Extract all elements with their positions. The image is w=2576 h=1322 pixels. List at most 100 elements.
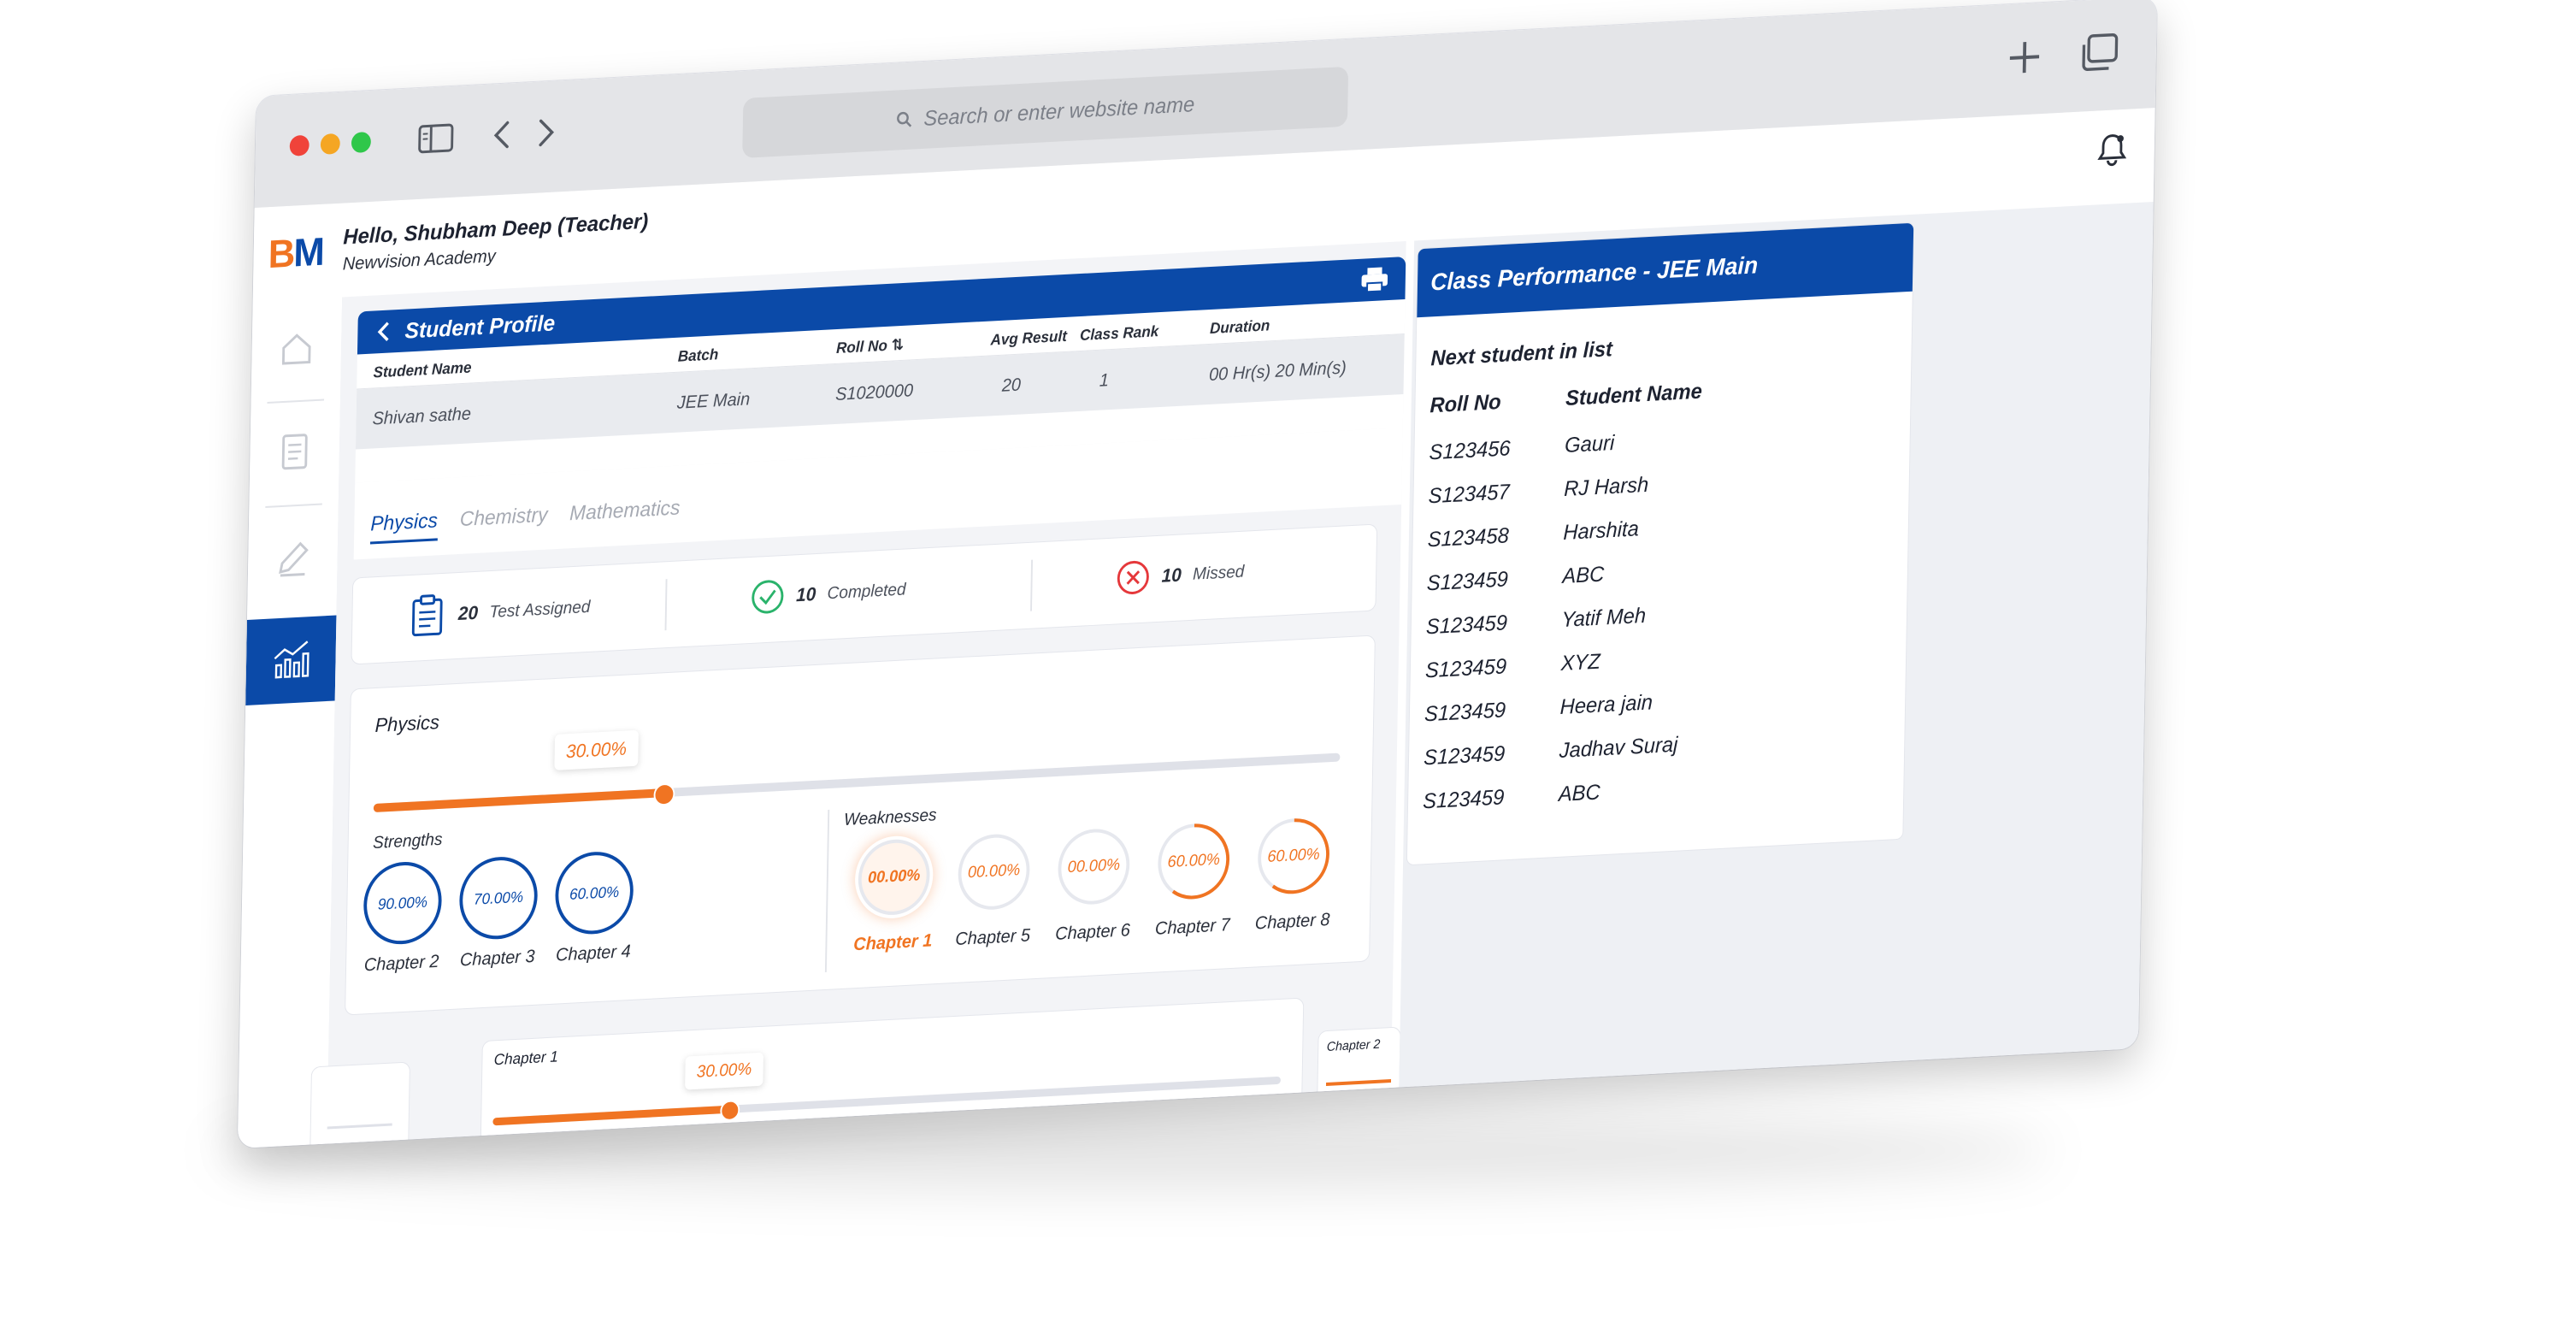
- student-name-link[interactable]: Jadhav Suraj: [1559, 733, 1678, 764]
- student-name-link[interactable]: Heera jain: [1559, 690, 1653, 720]
- cell-batch: JEE Main: [677, 389, 751, 413]
- chapter-1-title: Chapter 1: [494, 1048, 558, 1069]
- strength-ring[interactable]: 90.00%: [363, 860, 442, 947]
- student-roll-no: S123457: [1428, 480, 1510, 509]
- strength-value: 90.00%: [378, 893, 427, 913]
- physics-progress-tooltip: 30.00%: [554, 730, 638, 770]
- weakness-ring[interactable]: 00.00%: [854, 834, 934, 920]
- chapter-1-progress-fill: [492, 1106, 729, 1126]
- strength-ring[interactable]: 60.00%: [555, 850, 634, 936]
- weakness-chapter-label: Chapter 7: [1142, 914, 1243, 940]
- close-dot[interactable]: [290, 135, 309, 156]
- student-roll-no: S123459: [1424, 698, 1506, 727]
- browser-window: Search or enter website name BM Hello, S…: [238, 0, 2157, 1148]
- new-tab-plus-icon[interactable]: [2006, 37, 2044, 82]
- tabs-overview-icon[interactable]: [2078, 31, 2119, 79]
- print-icon[interactable]: [1359, 265, 1389, 294]
- col-avg-result: Avg Result: [990, 328, 1067, 350]
- strength-chapter-label: Chapter 2: [354, 951, 449, 977]
- cell-roll-no: S1020000: [835, 381, 913, 405]
- weakness-value: 00.00%: [1068, 856, 1121, 877]
- col-roll-no[interactable]: Roll No ⇅: [836, 336, 904, 357]
- col-roll-no-header: Roll No: [1429, 390, 1501, 418]
- address-bar[interactable]: Search or enter website name: [742, 67, 1348, 158]
- strength-ring[interactable]: 70.00%: [459, 855, 539, 941]
- stat-missed: 10 Missed: [1116, 554, 1245, 597]
- strengths-title: Strengths: [373, 830, 443, 853]
- physics-progress-fill: [374, 788, 663, 812]
- forward-icon[interactable]: [535, 116, 557, 152]
- class-performance-panel: Class Performance - JEE Main Next studen…: [1407, 223, 1913, 865]
- minimize-dot[interactable]: [321, 133, 340, 155]
- strength-value: 70.00%: [474, 888, 523, 908]
- student-roll-no: S123459: [1423, 785, 1505, 814]
- sidebar: [238, 297, 343, 1148]
- chapter-2-strengths-title: Strengths: [1325, 1106, 1371, 1121]
- search-icon: [896, 111, 912, 129]
- col-batch: Batch: [678, 345, 719, 366]
- check-circle-icon: [751, 578, 786, 616]
- student-name-link[interactable]: ABC: [1559, 780, 1600, 807]
- chapter-2-card: Chapter 2 Strengths: [1317, 1028, 1400, 1135]
- student-roll-no: S123459: [1424, 741, 1506, 770]
- next-student-subtitle: Next student in list: [1430, 337, 1612, 371]
- brand-logo[interactable]: BM: [268, 228, 323, 277]
- back-chevron-icon[interactable]: [377, 321, 391, 344]
- notification-bell-icon[interactable]: [2097, 132, 2127, 172]
- chapter-1-progress-handle[interactable]: [720, 1100, 740, 1121]
- student-name-link[interactable]: ABC: [1562, 562, 1604, 589]
- main-content: Student Profile Student Name Batch Roll …: [327, 241, 1406, 1144]
- weakness-ring[interactable]: 60.00%: [1154, 818, 1234, 905]
- stat-completed-label: Completed: [827, 580, 905, 604]
- student-roll-no: S123459: [1427, 567, 1509, 596]
- student-name-link[interactable]: XYZ: [1560, 650, 1600, 676]
- chart-icon: [269, 638, 312, 683]
- sidebar-item-home[interactable]: [251, 306, 342, 393]
- zoom-dot[interactable]: [351, 132, 371, 153]
- physics-progress-track[interactable]: [374, 753, 1341, 813]
- strength-value: 60.00%: [569, 882, 619, 903]
- weakness-ring[interactable]: 00.00%: [954, 829, 1034, 915]
- greeting-text: Hello, Shubham Deep (Teacher): [343, 210, 648, 251]
- student-roll-no: S123459: [1426, 611, 1508, 640]
- weakness-chapter-label: Chapter 5: [942, 925, 1043, 951]
- sidebar-item-analytics[interactable]: [245, 616, 336, 706]
- tab-physics[interactable]: Physics: [370, 509, 438, 544]
- chapter-1-progress-tooltip: 30.00%: [685, 1053, 763, 1090]
- sort-icon[interactable]: ⇅: [891, 336, 904, 354]
- stat-test-assigned-count: 20: [458, 602, 479, 625]
- col-student-name-header: Student Name: [1565, 380, 1702, 411]
- previous-card-ghost: [309, 1063, 410, 1149]
- chapter-1-card: Chapter 1 30.00% Strengths Weaknesses: [480, 999, 1303, 1149]
- tab-mathematics[interactable]: Mathematics: [569, 496, 681, 526]
- stat-completed: 10 Completed: [751, 571, 906, 616]
- cell-avg-result: 20: [1002, 375, 1022, 397]
- home-icon: [279, 329, 315, 369]
- student-name-link[interactable]: Yatif Meh: [1561, 604, 1646, 633]
- stat-missed-label: Missed: [1193, 562, 1245, 584]
- student-name-link[interactable]: Gauri: [1565, 431, 1615, 458]
- weakness-value: 60.00%: [1167, 851, 1220, 872]
- chapter-1-progress-track[interactable]: [492, 1077, 1281, 1126]
- cell-duration: 00 Hr(s) 20 Min(s): [1209, 358, 1347, 386]
- physics-progress-handle[interactable]: [653, 782, 675, 806]
- student-name-link[interactable]: Harshita: [1563, 516, 1639, 546]
- back-icon[interactable]: [491, 119, 512, 155]
- chapter-1-weaknesses-title: Weaknesses: [870, 1128, 945, 1148]
- stat-test-assigned: 20 Test Assigned: [409, 585, 590, 639]
- weakness-value: 60.00%: [1267, 846, 1320, 867]
- weakness-ring[interactable]: 60.00%: [1254, 813, 1334, 900]
- sidebar-item-edit[interactable]: [247, 516, 338, 603]
- sidebar-toggle-icon[interactable]: [418, 122, 455, 159]
- tab-chemistry[interactable]: Chemistry: [460, 504, 548, 532]
- student-name-link[interactable]: RJ Harsh: [1564, 473, 1649, 502]
- student-roll-no: S123459: [1425, 654, 1507, 683]
- clipboard-icon: [409, 593, 447, 639]
- stat-test-assigned-label: Test Assigned: [489, 597, 590, 622]
- weakness-ring[interactable]: 00.00%: [1054, 823, 1134, 910]
- weaknesses-title: Weaknesses: [844, 806, 937, 830]
- strength-chapter-label: Chapter 3: [450, 946, 545, 971]
- student-roll-no: S123456: [1429, 436, 1511, 465]
- sidebar-item-tests[interactable]: [250, 409, 340, 496]
- stat-completed-count: 10: [796, 583, 816, 606]
